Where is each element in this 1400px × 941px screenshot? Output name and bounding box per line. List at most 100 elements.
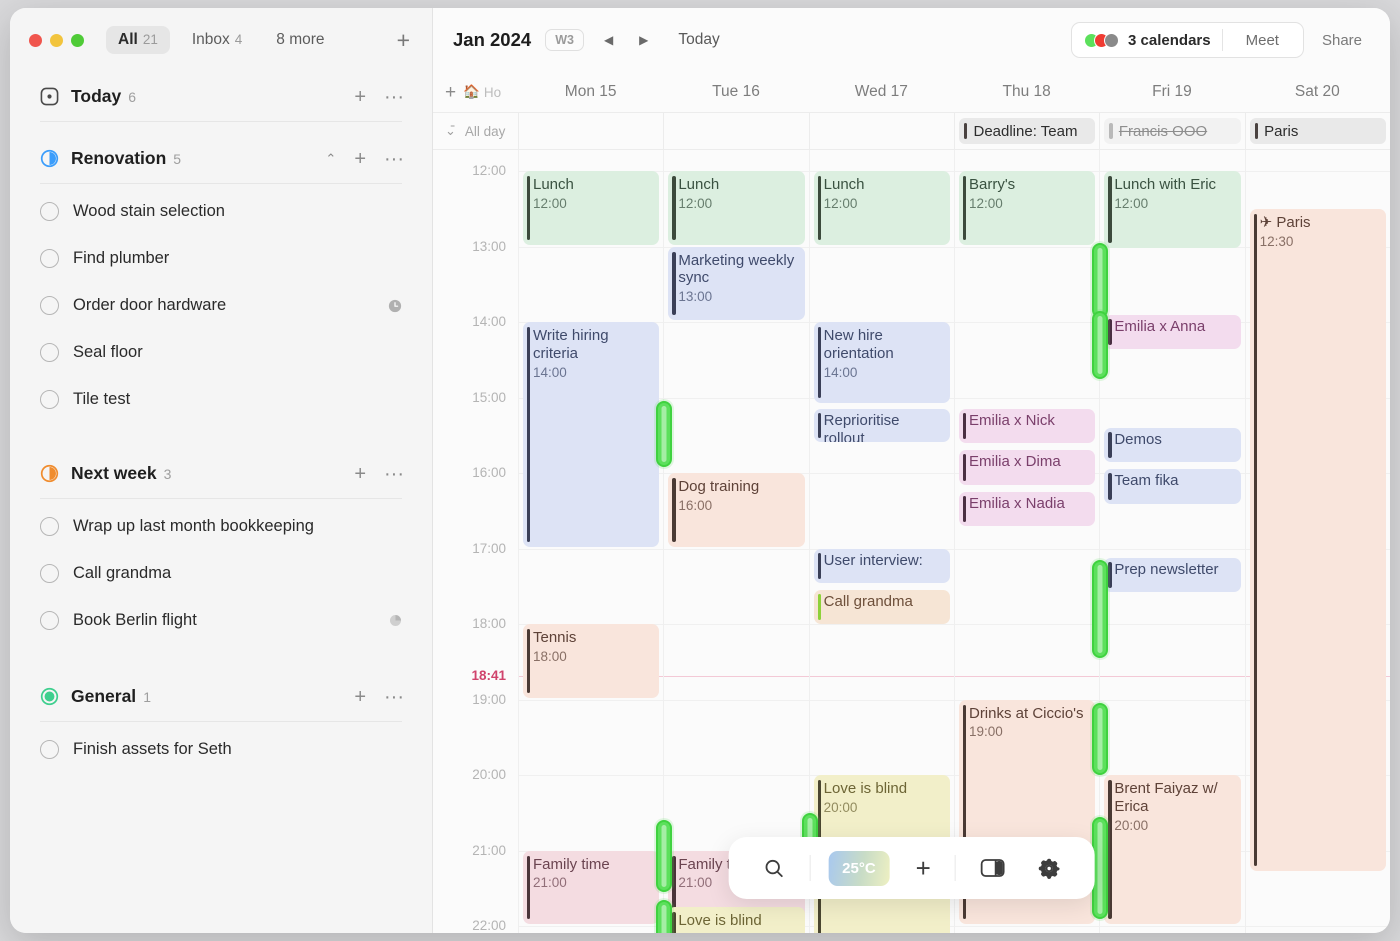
filter-tab-all[interactable]: All 21 bbox=[106, 26, 170, 54]
close-window-button[interactable] bbox=[29, 33, 42, 47]
today-button[interactable]: Today bbox=[678, 31, 719, 49]
search-icon[interactable] bbox=[748, 857, 799, 880]
all-day-event[interactable]: Francis OOO bbox=[1104, 118, 1241, 144]
day-header-wed[interactable]: Wed 17 bbox=[809, 83, 954, 101]
calendar-event[interactable]: Emilia x Nick bbox=[958, 408, 1096, 444]
calendar-event[interactable]: Team fika bbox=[1104, 469, 1241, 504]
add-list-button[interactable]: + bbox=[397, 28, 414, 52]
zoom-window-button[interactable] bbox=[71, 33, 84, 47]
calendar-event[interactable]: Prep newsletter bbox=[1104, 557, 1241, 592]
calendar-event[interactable]: Lunch 12:00 bbox=[523, 171, 660, 245]
all-day-cell-thu[interactable]: Deadline: Team bbox=[953, 113, 1099, 149]
task-checkbox[interactable] bbox=[40, 740, 59, 759]
busy-indicator-pill[interactable] bbox=[1092, 310, 1109, 379]
group-more-button[interactable]: ··· bbox=[384, 149, 404, 169]
calendar-event[interactable]: Lunch 12:00 bbox=[668, 171, 805, 245]
day-column-mon[interactable]: Lunch 12:00 Write hiring criteria 14:00 Tenn… bbox=[518, 150, 664, 933]
calendar-event[interactable]: Reprioritise rollout bbox=[813, 408, 950, 443]
day-column-sat[interactable]: ✈ Paris 12:30 bbox=[1244, 150, 1390, 933]
all-day-event[interactable]: Paris bbox=[1249, 118, 1386, 144]
add-task-button[interactable]: + bbox=[354, 149, 366, 169]
day-header-sat[interactable]: Sat 20 bbox=[1245, 83, 1390, 101]
group-header-today[interactable]: Today 6 + ··· bbox=[10, 72, 432, 121]
calendar-event[interactable]: Barry's 12:00 bbox=[958, 171, 1096, 245]
busy-indicator-pill[interactable] bbox=[656, 820, 673, 893]
next-week-button[interactable]: ▶ bbox=[633, 29, 654, 51]
group-header-renovation[interactable]: Renovation 5 ⌃ + ··· bbox=[10, 122, 432, 183]
meet-button[interactable]: Meet bbox=[1234, 32, 1291, 49]
task-row[interactable]: Finish assets for Seth bbox=[10, 722, 432, 773]
calendar-event[interactable]: Emilia x Dima bbox=[958, 450, 1096, 485]
home-calendar-chip[interactable]: 🏠 Ho bbox=[463, 84, 501, 100]
all-day-cell-fri[interactable]: Francis OOO bbox=[1099, 113, 1244, 149]
calendar-event[interactable]: Emilia x Nadia bbox=[958, 492, 1096, 527]
chevron-up-icon[interactable]: ⌃ bbox=[325, 151, 336, 167]
task-checkbox[interactable] bbox=[40, 202, 59, 221]
task-checkbox[interactable] bbox=[40, 249, 59, 268]
day-column-wed[interactable]: Lunch 12:00 New hire orientation 14:00 Repri… bbox=[801, 150, 954, 933]
busy-indicator-pill[interactable] bbox=[656, 899, 673, 933]
add-event-button[interactable]: + bbox=[902, 855, 945, 881]
day-header-thu[interactable]: Thu 18 bbox=[954, 83, 1099, 101]
busy-indicator-pill[interactable] bbox=[1092, 703, 1109, 776]
filter-tab-inbox[interactable]: Inbox 4 bbox=[180, 26, 254, 54]
day-header-mon[interactable]: Mon 15 bbox=[518, 83, 663, 101]
share-button[interactable]: Share bbox=[1304, 32, 1368, 49]
group-more-button[interactable]: ··· bbox=[384, 87, 404, 107]
previous-week-button[interactable]: ◀ bbox=[598, 29, 619, 51]
task-checkbox[interactable] bbox=[40, 564, 59, 583]
task-checkbox[interactable] bbox=[40, 343, 59, 362]
day-header-tue[interactable]: Tue 16 bbox=[663, 83, 808, 101]
sidebar-task-list[interactable]: Today 6 + ··· Renovation 5 ⌃ + ··· Wood … bbox=[10, 72, 432, 933]
calendar-grid[interactable]: 12:00 13:00 14:00 15:00 16:00 17:00 18:00 19:00… bbox=[433, 150, 1390, 933]
day-column-tue[interactable]: Lunch 12:00 Marketing weekly sync 13:00 Dog … bbox=[656, 150, 809, 933]
calendar-event[interactable]: Lunch 12:00 bbox=[813, 171, 950, 245]
all-day-cell-sat[interactable]: Paris bbox=[1244, 113, 1390, 149]
busy-indicator-pill[interactable] bbox=[1092, 559, 1109, 659]
day-header-fri[interactable]: Fri 19 bbox=[1099, 83, 1244, 101]
task-row[interactable]: Call grandma bbox=[10, 550, 432, 597]
all-day-cell-tue[interactable] bbox=[663, 113, 808, 149]
group-more-button[interactable]: ··· bbox=[384, 687, 404, 707]
calendar-event[interactable]: Tennis 18:00 bbox=[523, 624, 660, 698]
all-day-cell-mon[interactable] bbox=[518, 113, 663, 149]
busy-indicator-pill[interactable] bbox=[656, 401, 673, 468]
group-header-general[interactable]: General 1 + ··· bbox=[10, 644, 432, 721]
day-column-thu[interactable]: Barry's 12:00 Emilia x Nick Emilia x Dima Em… bbox=[953, 150, 1100, 933]
task-checkbox[interactable] bbox=[40, 390, 59, 409]
group-more-button[interactable]: ··· bbox=[384, 464, 404, 484]
task-row[interactable]: Wood stain selection bbox=[10, 184, 432, 235]
day-columns[interactable]: Lunch 12:00 Write hiring criteria 14:00 Tenn… bbox=[518, 150, 1390, 933]
add-task-button[interactable]: + bbox=[354, 87, 366, 107]
add-task-button[interactable]: + bbox=[354, 687, 366, 707]
week-number-badge[interactable]: W3 bbox=[545, 29, 584, 51]
calendar-event[interactable]: Dog training 16:00 bbox=[668, 473, 805, 547]
task-row[interactable]: Tile test bbox=[10, 376, 432, 423]
all-day-event[interactable]: Deadline: Team bbox=[958, 118, 1096, 144]
task-checkbox[interactable] bbox=[40, 296, 59, 315]
calendar-event[interactable]: Write hiring criteria 14:00 bbox=[523, 322, 660, 547]
calendar-event[interactable]: Emilia x Anna bbox=[1104, 314, 1241, 349]
calendar-event[interactable]: Family time 21:00 bbox=[523, 850, 660, 925]
collapse-chevrons-icon[interactable]: ⌄̄ bbox=[445, 123, 456, 139]
calendar-event[interactable]: New hire orientation 14:00 bbox=[813, 322, 950, 404]
all-day-cell-wed[interactable] bbox=[808, 113, 954, 149]
filter-tab-more[interactable]: 8 more bbox=[264, 26, 336, 54]
gear-icon[interactable] bbox=[1024, 857, 1075, 880]
task-row[interactable]: Seal floor bbox=[10, 329, 432, 376]
calendar-event[interactable]: ✈ Paris 12:30 bbox=[1249, 208, 1386, 872]
task-row[interactable]: Book Berlin flight bbox=[10, 597, 432, 644]
calendar-event[interactable]: Love is blind 21:45 bbox=[668, 907, 805, 933]
calendar-event[interactable]: Lunch with Eric 12:00 bbox=[1104, 171, 1241, 249]
split-panel-icon[interactable] bbox=[966, 857, 1020, 879]
task-row[interactable]: Wrap up last month bookkeeping bbox=[10, 499, 432, 550]
group-header-next-week[interactable]: Next week 3 + ··· bbox=[10, 423, 432, 498]
weather-chip[interactable]: 25°C bbox=[820, 850, 898, 886]
calendar-event[interactable]: Brent Faiyaz w/ Erica 20:00 bbox=[1104, 775, 1241, 925]
task-checkbox[interactable] bbox=[40, 611, 59, 630]
calendars-selector[interactable]: 3 calendars Meet bbox=[1071, 22, 1304, 58]
calendar-event[interactable]: User interview: bbox=[813, 548, 950, 583]
task-row[interactable]: Order door hardware bbox=[10, 282, 432, 329]
calendar-event[interactable]: Call grandma bbox=[813, 590, 950, 625]
calendar-event[interactable]: Marketing weekly sync 13:00 bbox=[668, 246, 805, 321]
